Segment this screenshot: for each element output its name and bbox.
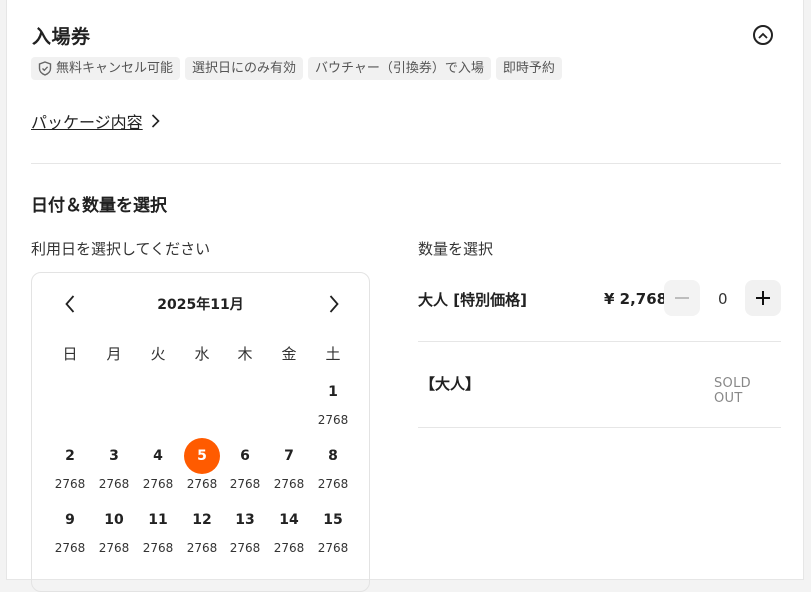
calendar-day[interactable]: 10 2768 <box>94 502 134 555</box>
date-select-label: 利用日を選択してください <box>31 240 211 258</box>
calendar-day[interactable]: 8 2768 <box>313 438 353 491</box>
tag-label: 無料キャンセル可能 <box>56 61 174 76</box>
weekday-mon: 月 <box>106 345 122 363</box>
weekday-sun: 日 <box>62 345 78 363</box>
weekday-fri: 金 <box>281 345 297 363</box>
day-number: 15 <box>323 512 343 528</box>
day-number: 2 <box>65 448 75 464</box>
date-section-title: 日付＆数量を選択 <box>31 196 167 216</box>
collapse-button[interactable] <box>753 25 773 45</box>
day-price: 2768 <box>54 477 86 491</box>
calendar-day[interactable]: 3 2768 <box>94 438 134 491</box>
section-divider <box>31 163 781 164</box>
tag-date-valid: 選択日にのみ有効 <box>185 57 304 80</box>
calendar-day[interactable]: 15 2768 <box>313 502 353 555</box>
package-details-link[interactable]: パッケージ内容 <box>31 109 160 133</box>
weekday-sat: 土 <box>325 345 341 363</box>
tag-label: バウチャー（引換券）で入場 <box>315 61 484 76</box>
day-number: 3 <box>109 448 119 464</box>
day-price: 2768 <box>142 541 174 555</box>
calendar-day[interactable]: 7 2768 <box>269 438 309 491</box>
calendar-header: 2025年11月 <box>32 291 369 317</box>
day-price: 2768 <box>98 477 130 491</box>
tag-voucher: バウチャー（引換券）で入場 <box>308 57 491 80</box>
plus-icon <box>756 291 770 305</box>
day-number: 13 <box>235 512 255 528</box>
day-price: 2768 <box>273 477 305 491</box>
day-price: 2768 <box>186 541 218 555</box>
weekday-wed: 水 <box>194 345 210 363</box>
day-price: 2768 <box>54 541 86 555</box>
calendar: 2025年11月 日 月 火 水 木 金 土 1 2768 2 2768 3 2… <box>31 272 370 592</box>
day-price: 2768 <box>229 477 261 491</box>
day-number: 11 <box>148 512 168 528</box>
decrement-button[interactable] <box>664 280 700 316</box>
qty-row-adult-special: 大人 [特別価格] ¥ 2,768 0 <box>418 280 781 320</box>
day-number: 12 <box>192 512 212 528</box>
day-number: 9 <box>65 512 75 528</box>
calendar-month: 2025年11月 <box>157 297 244 313</box>
qty-divider <box>418 427 781 428</box>
minus-icon <box>675 297 689 299</box>
ticket-title: 入場券 <box>32 26 91 48</box>
ticket-card: 入場券 無料キャンセル可能 選択日にのみ有効 バウチャー（引換券）で入場 即時予… <box>6 0 804 592</box>
weekday-thu: 木 <box>237 345 253 363</box>
chevron-up-icon <box>758 32 768 39</box>
calendar-day[interactable]: 13 2768 <box>225 502 265 555</box>
next-month-button[interactable] <box>321 291 347 317</box>
calendar-day[interactable]: 2 2768 <box>50 438 90 491</box>
ticket-type-label: 大人 [特別価格] <box>418 291 527 309</box>
ticket-price: ¥ 2,768 <box>604 290 668 308</box>
ticket-type-label: 【大人】 <box>420 375 481 393</box>
qty-select-label: 数量を選択 <box>418 240 494 258</box>
increment-button[interactable] <box>745 280 781 316</box>
feature-tags: 無料キャンセル可能 選択日にのみ有効 バウチャー（引換券）で入場 即時予約 <box>31 57 562 80</box>
day-number: 8 <box>328 448 338 464</box>
tag-instant: 即時予約 <box>495 57 562 80</box>
sold-out-label: SOLD OUT <box>714 376 751 406</box>
calendar-day[interactable]: 4 2768 <box>138 438 178 491</box>
chevron-right-icon <box>329 295 339 313</box>
package-link-label: パッケージ内容 <box>31 113 143 132</box>
qty-divider <box>418 341 781 342</box>
day-price: 2768 <box>142 477 174 491</box>
day-number: 7 <box>284 448 294 464</box>
day-number: 14 <box>279 512 299 528</box>
chevron-right-icon <box>151 114 160 128</box>
quantity-value: 0 <box>718 290 728 308</box>
calendar-day[interactable]: 6 2768 <box>225 438 265 491</box>
day-number: 6 <box>240 448 250 464</box>
tag-label: 選択日にのみ有効 <box>192 61 297 76</box>
calendar-day-selected[interactable]: 5 2768 <box>182 438 222 491</box>
day-price: 2768 <box>98 541 130 555</box>
day-number: 5 <box>184 438 220 474</box>
tag-label: 即時予約 <box>502 61 555 76</box>
tag-free-cancel: 無料キャンセル可能 <box>31 57 181 80</box>
day-number: 10 <box>104 512 124 528</box>
day-price: 2768 <box>317 477 349 491</box>
day-price: 2768 <box>273 541 305 555</box>
calendar-day[interactable]: 14 2768 <box>269 502 309 555</box>
qty-row-adult: 【大人】 SOLD OUT <box>418 373 781 406</box>
day-number: 1 <box>328 384 338 400</box>
calendar-day[interactable]: 11 2768 <box>138 502 178 555</box>
day-price: 2768 <box>317 541 349 555</box>
calendar-day[interactable]: 1 2768 <box>313 374 353 427</box>
day-number: 4 <box>153 448 163 464</box>
shield-check-icon <box>38 61 52 76</box>
calendar-day[interactable]: 9 2768 <box>50 502 90 555</box>
day-price: 2768 <box>229 541 261 555</box>
weekday-tue: 火 <box>150 345 166 363</box>
day-price: 2768 <box>317 413 349 427</box>
day-price: 2768 <box>186 477 218 491</box>
calendar-day[interactable]: 12 2768 <box>182 502 222 555</box>
